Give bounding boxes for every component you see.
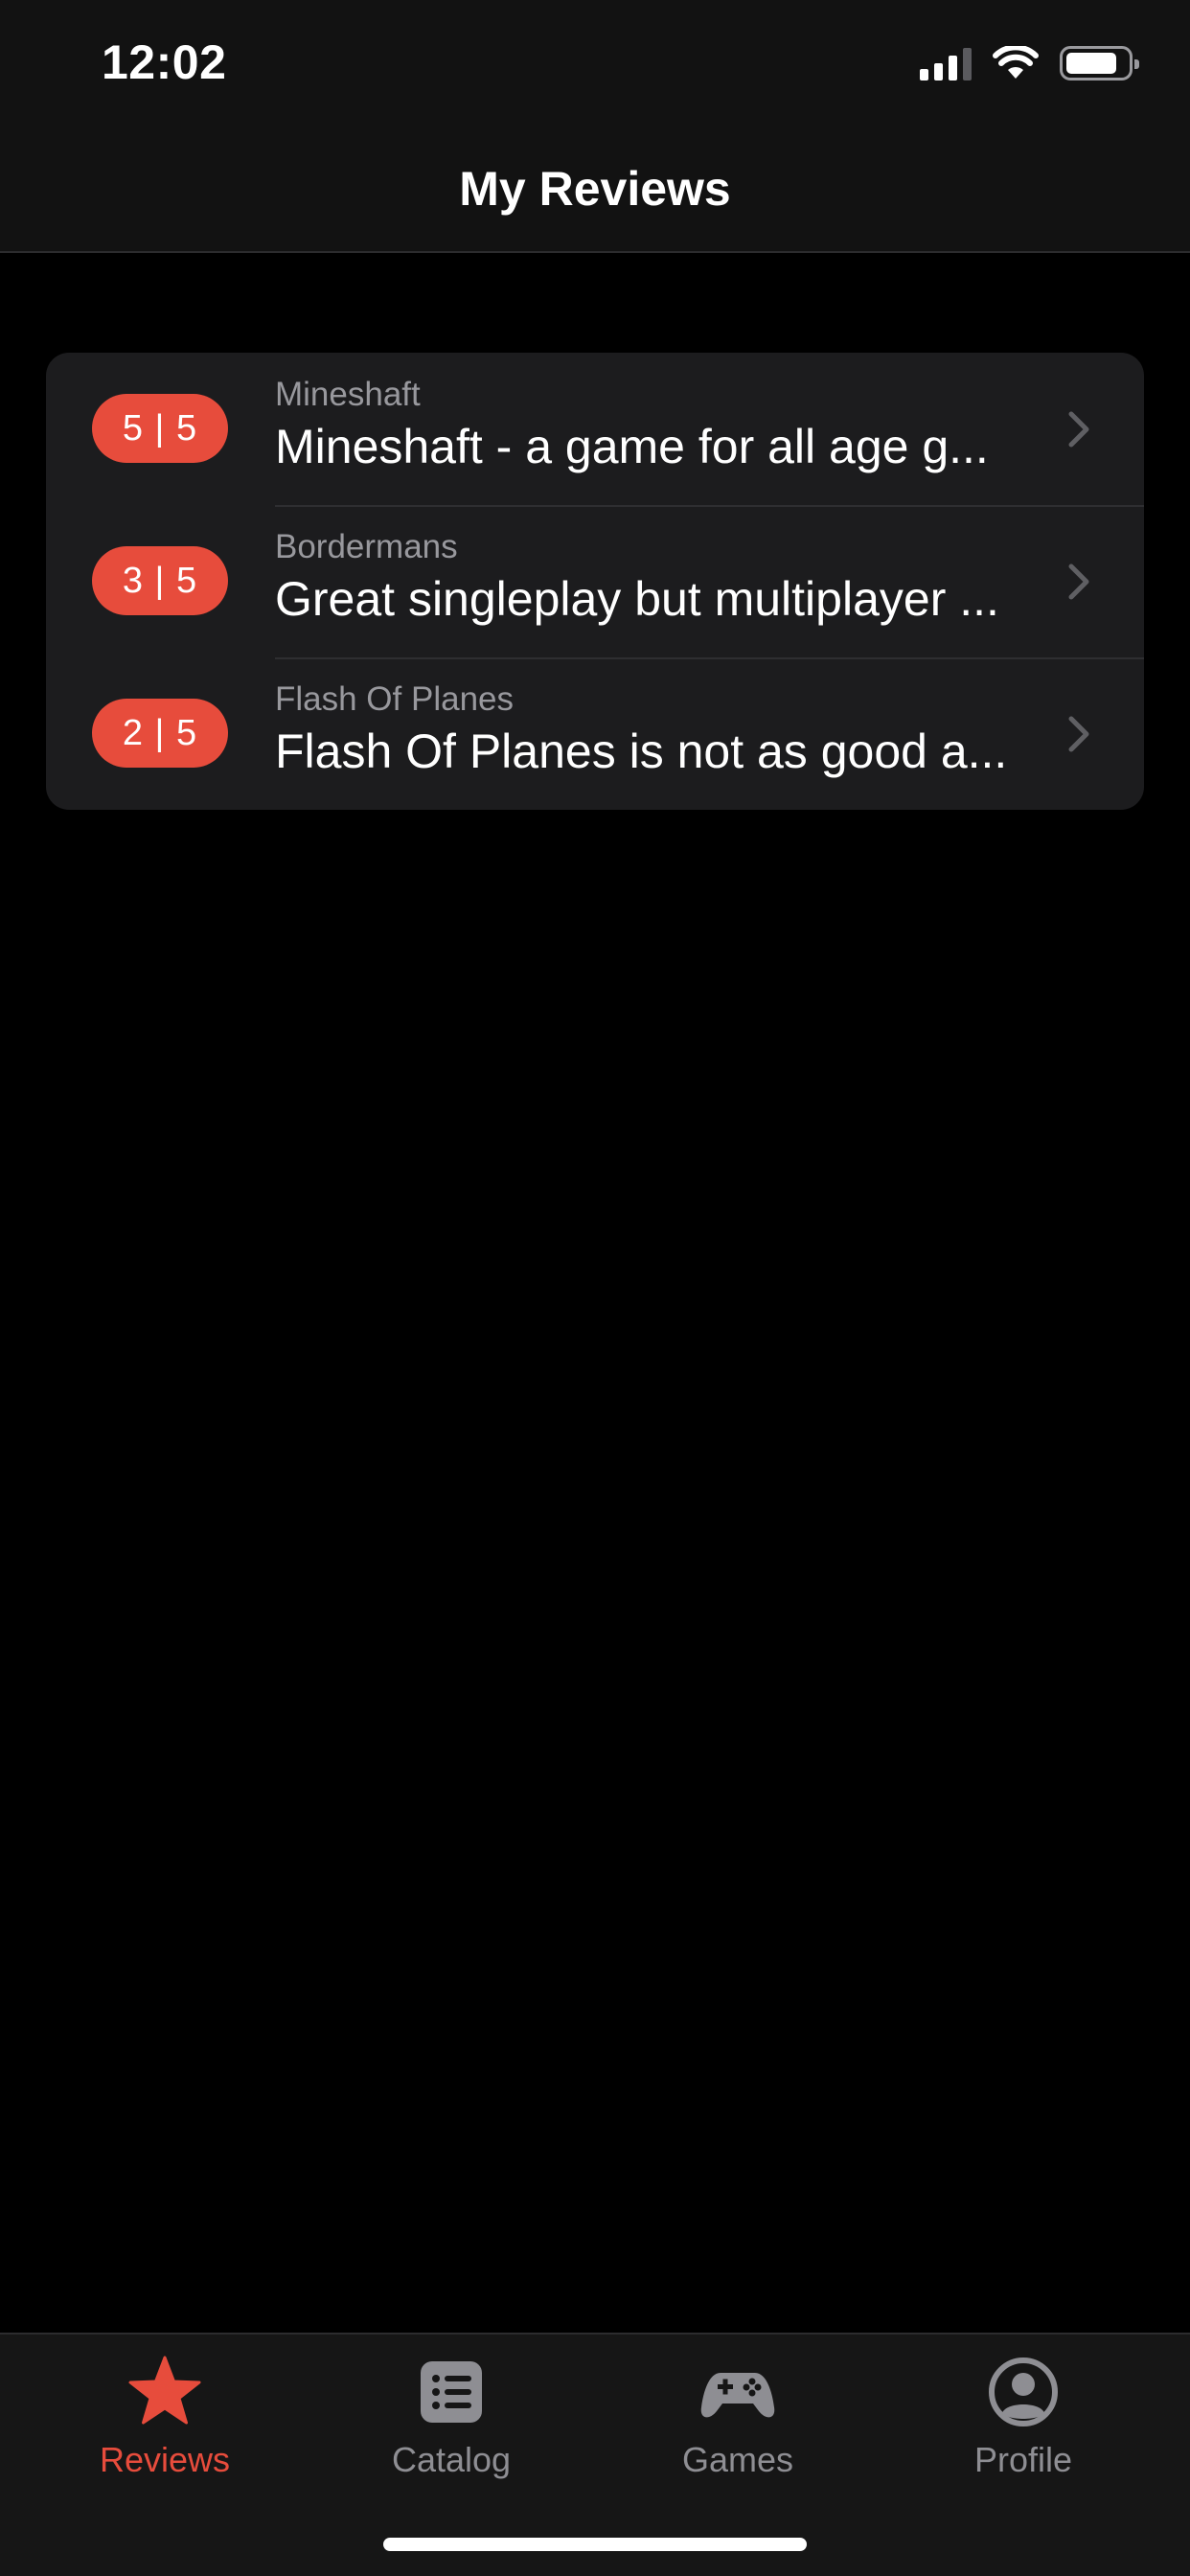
review-row[interactable]: 2 | 5 Flash Of Planes Flash Of Planes is…: [46, 657, 1144, 810]
review-text: Flash Of Planes Flash Of Planes is not a…: [275, 678, 1029, 782]
tab-catalog[interactable]: Catalog: [308, 2354, 595, 2480]
screen: 12:02 My Reviews 5 | 5 Mineshaft Minesha…: [0, 0, 1190, 2576]
star-icon: [128, 2356, 201, 2425]
battery-icon: [1060, 46, 1139, 80]
game-name: Flash Of Planes: [275, 680, 514, 718]
tab-reviews[interactable]: Reviews: [21, 2354, 309, 2480]
tab-games[interactable]: Games: [594, 2354, 881, 2480]
status-time: 12:02: [102, 35, 227, 89]
tab-label: Reviews: [99, 2440, 231, 2479]
rating-badge: 2 | 5: [92, 699, 228, 768]
person-circle-icon: [989, 2358, 1058, 2426]
status-icons: [920, 42, 1139, 84]
rating-badge: 3 | 5: [92, 546, 228, 615]
wifi-icon: [993, 46, 1039, 79]
page-title: My Reviews: [459, 162, 731, 216]
review-title: Mineshaft - a game for all age g...: [275, 420, 989, 473]
tab-profile[interactable]: Profile: [880, 2354, 1167, 2480]
list-icon: [421, 2361, 482, 2423]
tab-label: Games: [681, 2440, 794, 2479]
rating-badge: 5 | 5: [92, 394, 228, 463]
chevron-right-icon: [1068, 716, 1089, 752]
header: 12:02 My Reviews: [0, 0, 1190, 253]
review-row[interactable]: 3 | 5 Bordermans Great singleplay but mu…: [46, 505, 1144, 657]
tab-label: Catalog: [391, 2440, 512, 2479]
review-title: Flash Of Planes is not as good a...: [275, 724, 1008, 778]
game-name: Bordermans: [275, 528, 458, 565]
review-text: Bordermans Great singleplay but multipla…: [275, 526, 1029, 630]
tab-label: Profile: [973, 2440, 1073, 2479]
chevron-right-icon: [1068, 564, 1089, 600]
cellular-signal-icon: [920, 46, 972, 80]
reviews-list: 5 | 5 Mineshaft Mineshaft - a game for a…: [46, 353, 1144, 810]
gamepad-icon: [700, 2373, 775, 2418]
review-text: Mineshaft Mineshaft - a game for all age…: [275, 374, 1029, 477]
home-indicator[interactable]: [383, 2538, 807, 2551]
chevron-right-icon: [1068, 411, 1089, 448]
review-row[interactable]: 5 | 5 Mineshaft Mineshaft - a game for a…: [46, 353, 1144, 505]
review-title: Great singleplay but multiplayer ...: [275, 572, 999, 626]
game-name: Mineshaft: [275, 376, 421, 413]
